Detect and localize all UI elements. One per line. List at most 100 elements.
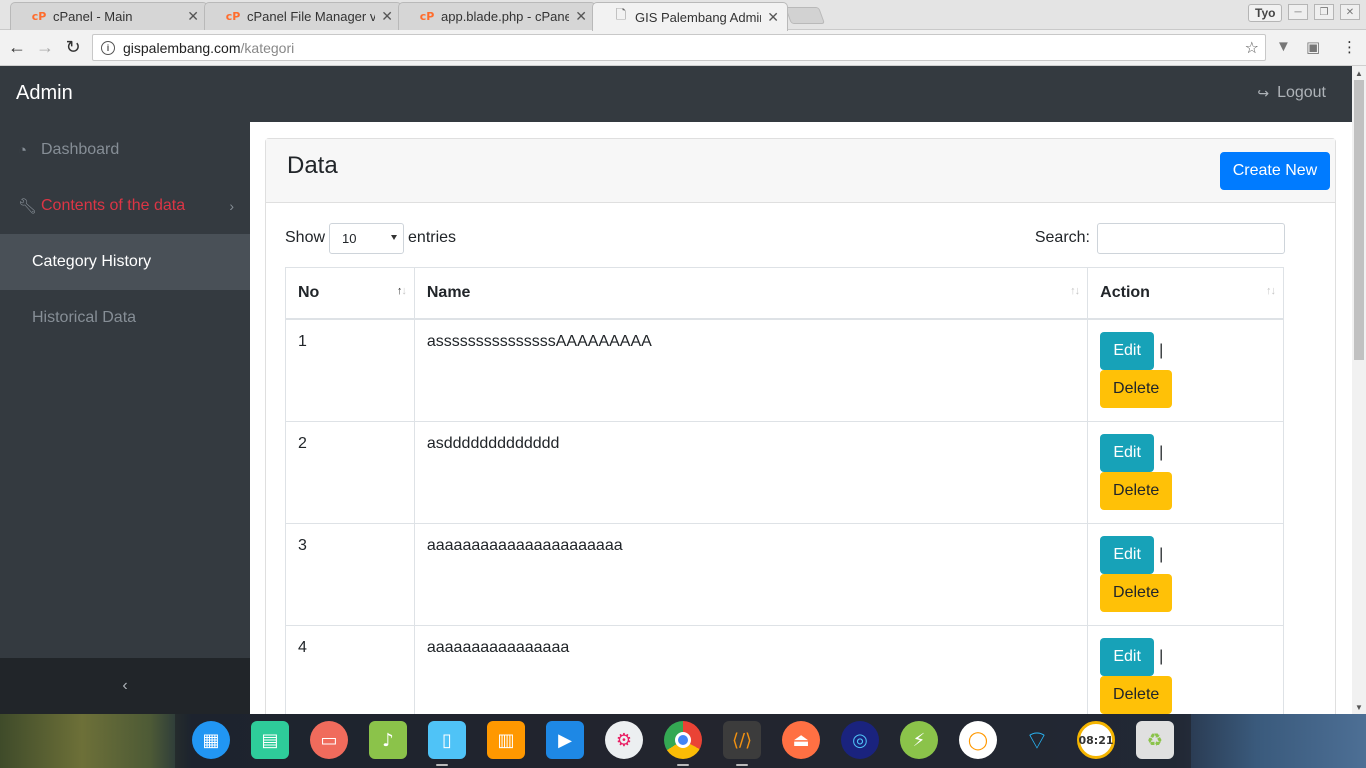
close-icon[interactable]: ✕	[187, 8, 199, 25]
cell-name: asddddddddddddd	[413, 420, 1089, 524]
clock-icon[interactable]: 08:21	[1077, 721, 1115, 759]
browser-icon[interactable]: ◎	[841, 721, 879, 759]
maximize-button[interactable]: ❐	[1314, 4, 1334, 20]
scroll-up-icon[interactable]: ▲	[1352, 66, 1366, 80]
screen-recorder-icon[interactable]: ▭	[310, 721, 348, 759]
store-icon[interactable]: ▥	[487, 721, 525, 759]
logout-link[interactable]: ↪ Logout	[1257, 84, 1326, 102]
table-row: 3 aaaaaaaaaaaaaaaaaaaaaa Edit | Delete	[285, 522, 1284, 626]
cpanel-icon: cP	[419, 10, 435, 23]
close-icon[interactable]: ✕	[381, 8, 393, 25]
column-header-action[interactable]: Action ↑↓	[1087, 267, 1284, 320]
cell-name: asssssssssssssssAAAAAAAAA	[413, 318, 1089, 422]
info-icon[interactable]: i	[101, 40, 115, 55]
delete-button[interactable]: Delete	[1100, 471, 1173, 510]
entries-select[interactable]: 10	[329, 222, 405, 254]
browser-tab[interactable]: cP app.blade.php - cPanel F ✕	[398, 2, 596, 30]
search-input[interactable]	[1097, 222, 1285, 254]
edit-button[interactable]: Edit	[1100, 331, 1155, 370]
menu-icon[interactable]: ⋮	[1342, 38, 1357, 56]
data-table: No ↑↓ Name ↑↓ Action ↑↓ 1 asssssssssssss…	[285, 267, 1284, 714]
page-icon: 🗋	[615, 8, 627, 23]
launcher-icon[interactable]: ▦	[192, 721, 230, 759]
create-new-button[interactable]: Create New	[1220, 152, 1330, 190]
extension-icon[interactable]: ▣	[1306, 38, 1320, 56]
bookmark-star-icon[interactable]: ☆	[1245, 38, 1259, 58]
close-icon[interactable]: ✕	[575, 8, 587, 25]
new-tab-button[interactable]	[784, 7, 826, 24]
cpanel-icon: cP	[225, 10, 241, 23]
ring-icon[interactable]: ◯	[959, 721, 997, 759]
main-content: Data Create New Show 10 entries Search: …	[250, 122, 1352, 714]
delete-button[interactable]: Delete	[1100, 675, 1173, 714]
video-icon[interactable]: ▶	[546, 721, 584, 759]
url-path: /kategori	[240, 39, 295, 56]
column-header-no[interactable]: No ↑↓	[285, 267, 415, 320]
column-header-name[interactable]: Name ↑↓	[413, 267, 1089, 320]
back-icon[interactable]: ←	[6, 36, 28, 58]
edit-button[interactable]: Edit	[1100, 637, 1155, 676]
browser-tabstrip: cP cPanel - Main ✕ cP cPanel File Manage…	[0, 0, 1366, 31]
table-row: 4 aaaaaaaaaaaaaaaa Edit | Delete	[285, 624, 1284, 714]
browser-tab[interactable]: cP cPanel File Manager v3 ✕	[204, 2, 402, 30]
page-scrollbar[interactable]: ▲ ▼	[1352, 66, 1366, 714]
wrench-icon: 🔧︎	[18, 198, 38, 215]
separator: |	[1159, 341, 1164, 359]
logout-label: Logout	[1277, 84, 1326, 101]
extension-v-icon[interactable]: ▼	[1276, 38, 1291, 55]
reload-icon[interactable]: ↻	[62, 36, 84, 58]
edit-button[interactable]: Edit	[1100, 433, 1155, 472]
delete-button[interactable]: Delete	[1100, 369, 1173, 408]
brand[interactable]: Admin	[16, 82, 73, 105]
sidebar-item-label: Dashboard	[41, 141, 120, 158]
chrome-icon[interactable]	[664, 721, 702, 759]
separator: |	[1159, 545, 1164, 563]
sidebar-toggler[interactable]: ‹	[0, 658, 250, 714]
tab-title: cPanel - Main	[53, 9, 133, 24]
cell-action: Edit | Delete	[1087, 420, 1284, 524]
sidebar-item-label: Contents of the data	[41, 197, 186, 214]
cell-action: Edit | Delete	[1087, 624, 1284, 714]
settings-icon[interactable]: ⚙	[605, 721, 643, 759]
eject-icon[interactable]: ⏏	[782, 721, 820, 759]
delete-button[interactable]: Delete	[1100, 573, 1173, 612]
address-bar[interactable]: i gispalembang.com/kategori ☆	[92, 34, 1266, 61]
wifi-icon[interactable]: ⌔	[1018, 721, 1056, 759]
browser-tab[interactable]: cP cPanel - Main ✕	[10, 2, 208, 30]
power-icon[interactable]: ⚡	[900, 721, 938, 759]
cell-no: 2	[285, 420, 415, 524]
trash-icon[interactable]: ♻	[1136, 721, 1174, 759]
file-manager-icon[interactable]: ▯	[428, 721, 466, 759]
music-icon[interactable]: ♪	[369, 721, 407, 759]
forward-icon[interactable]: →	[34, 36, 56, 58]
files-icon[interactable]: ▤	[251, 721, 289, 759]
window-close-button[interactable]: ✕	[1340, 4, 1360, 20]
scroll-down-icon[interactable]: ▼	[1352, 700, 1366, 714]
app-navbar: Admin ↪ Logout	[0, 66, 1352, 122]
browser-tab-active[interactable]: 🗋 GIS Palembang Admin ✕	[592, 2, 788, 31]
sidebar-item-contents[interactable]: 🔧︎ Contents of the data ›	[0, 178, 250, 234]
tab-title: app.blade.php - cPanel F	[441, 9, 570, 24]
cell-name: aaaaaaaaaaaaaaaaaaaaaa	[413, 522, 1089, 626]
profile-button[interactable]: Tyo	[1248, 4, 1283, 22]
close-icon[interactable]: ✕	[767, 9, 779, 26]
datatable-controls: Show 10 entries Search:	[285, 222, 1285, 254]
browser-toolbar: ← → ↻ i gispalembang.com/kategori ☆ ▼ ▣ …	[0, 30, 1366, 66]
vscode-icon[interactable]: ⟨/⟩	[723, 721, 761, 759]
sidebar-subitem-category-history[interactable]: Category History	[0, 234, 250, 290]
running-indicator	[436, 764, 448, 766]
separator: |	[1159, 443, 1164, 461]
show-label: Show	[285, 229, 326, 246]
minimize-button[interactable]: ─	[1288, 4, 1308, 20]
edit-button[interactable]: Edit	[1100, 535, 1155, 574]
table-row: 2 asddddddddddddd Edit | Delete	[285, 420, 1284, 524]
sidebar-item-dashboard[interactable]: ◔ Dashboard	[0, 122, 250, 178]
separator: |	[1159, 647, 1164, 665]
cpanel-icon: cP	[31, 10, 47, 23]
sort-asc-icon: ↑↓	[396, 285, 407, 297]
desktop-dock: ▦ ▤ ▭ ♪ ▯ ▥ ▶ ⚙ ⟨/⟩ ⏏ ◎ ⚡ ◯ ⌔ 08:21 ♻	[0, 714, 1366, 768]
sidebar-subitem-historical-data[interactable]: Historical Data	[0, 290, 250, 346]
entries-length: Show 10 entries	[285, 222, 456, 254]
sort-icon: ↑↓	[1070, 285, 1080, 297]
scroll-thumb[interactable]	[1354, 80, 1364, 360]
